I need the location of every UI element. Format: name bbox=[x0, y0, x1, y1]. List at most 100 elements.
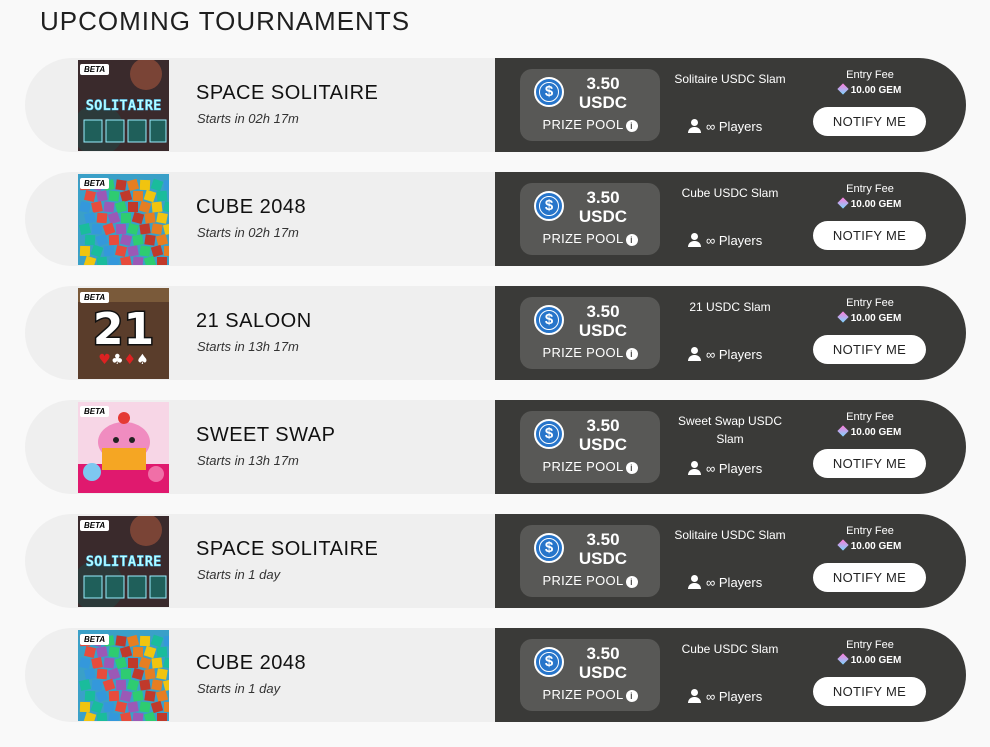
info-icon[interactable]: i bbox=[625, 576, 638, 588]
user-icon bbox=[687, 461, 701, 475]
info-icon[interactable]: i bbox=[625, 348, 638, 360]
tournament-info[interactable]: BETA CUBE 2048 Starts in 1 day bbox=[25, 628, 545, 722]
svg-text:SOLITAIRE: SOLITAIRE bbox=[86, 98, 162, 114]
info-icon[interactable]: i bbox=[625, 690, 638, 702]
prize-amount: 3.50 USDC bbox=[578, 302, 628, 340]
game-name[interactable]: 21 SALOON bbox=[196, 310, 312, 333]
tournament-details: $ 3.50 USDC PRIZE POOL i 21 USDC Slam ∞ Pl… bbox=[495, 286, 966, 380]
tournament-info[interactable]: BETA SWEET SWAP Starts in 13h 17m bbox=[25, 400, 545, 494]
notify-me-button[interactable]: NOTIFY ME bbox=[813, 335, 926, 364]
svg-text:♥♣♦♠: ♥♣♦♠ bbox=[98, 352, 148, 368]
user-icon bbox=[687, 119, 701, 133]
start-time: Starts in 1 day bbox=[197, 681, 281, 696]
entry-fee-label: Entry Fee bbox=[846, 297, 894, 309]
prize-pool-label: PRIZE POOL i bbox=[520, 345, 660, 360]
game-name[interactable]: SPACE SOLITAIRE bbox=[196, 538, 378, 561]
tournament-name: 21 USDC Slam bbox=[689, 300, 771, 314]
entry-fee-amount: 10.00 GEM bbox=[815, 653, 925, 666]
tournament-details: $ 3.50 USDC PRIZE POOL i Solitaire USDC Sl… bbox=[495, 514, 966, 608]
tournament-row[interactable]: 21 ♥♣♦♠ BETA 21 SALOON Starts in 13h 17m … bbox=[25, 286, 966, 380]
game-thumbnail[interactable]: SOLITAIRE BETA bbox=[78, 516, 169, 607]
usdc-icon: $ bbox=[534, 77, 564, 107]
tournament-name: Solitaire USDC Slam bbox=[674, 528, 786, 542]
prize-pool-box: $ 3.50 USDC PRIZE POOL i bbox=[520, 297, 660, 369]
game-name[interactable]: CUBE 2048 bbox=[196, 652, 306, 675]
tournament-name: Solitaire USDC Slam bbox=[674, 72, 786, 86]
prize-pool-label: PRIZE POOL i bbox=[520, 231, 660, 246]
user-icon bbox=[687, 233, 701, 247]
user-icon bbox=[687, 689, 701, 703]
entry-fee-label: Entry Fee bbox=[846, 69, 894, 81]
start-time: Starts in 13h 17m bbox=[197, 453, 299, 468]
gem-icon bbox=[837, 83, 849, 95]
player-count: ∞ Players bbox=[687, 119, 762, 134]
tournament-info[interactable]: SOLITAIRE BETA SPACE SOLITAIRE Starts in… bbox=[25, 514, 545, 608]
game-name[interactable]: SPACE SOLITAIRE bbox=[196, 82, 378, 105]
prize-pool-label: PRIZE POOL i bbox=[520, 459, 660, 474]
usdc-icon: $ bbox=[534, 647, 564, 677]
beta-badge: BETA bbox=[80, 178, 110, 189]
notify-me-button[interactable]: NOTIFY ME bbox=[813, 221, 926, 250]
tournament-info[interactable]: BETA CUBE 2048 Starts in 02h 17m bbox=[25, 172, 545, 266]
beta-badge: BETA bbox=[80, 64, 110, 75]
prize-pool-label: PRIZE POOL i bbox=[520, 117, 660, 132]
player-count: ∞ Players bbox=[687, 347, 762, 362]
game-name[interactable]: CUBE 2048 bbox=[196, 196, 306, 219]
entry-fee-label: Entry Fee bbox=[846, 525, 894, 537]
svg-text:SOLITAIRE: SOLITAIRE bbox=[86, 554, 162, 570]
entry-fee-amount: 10.00 GEM bbox=[815, 311, 925, 324]
game-thumbnail[interactable]: BETA bbox=[78, 174, 169, 265]
gem-icon bbox=[837, 539, 849, 551]
prize-amount: 3.50 USDC bbox=[578, 188, 628, 226]
game-thumbnail[interactable]: BETA bbox=[78, 402, 169, 493]
gem-icon bbox=[837, 653, 849, 665]
beta-badge: BETA bbox=[80, 634, 110, 645]
info-icon[interactable]: i bbox=[625, 234, 638, 246]
prize-pool-box: $ 3.50 USDC PRIZE POOL i bbox=[520, 411, 660, 483]
prize-pool-box: $ 3.50 USDC PRIZE POOL i bbox=[520, 525, 660, 597]
notify-me-button[interactable]: NOTIFY ME bbox=[813, 677, 926, 706]
tournament-details: $ 3.50 USDC PRIZE POOL i Cube USDC Slam ∞ … bbox=[495, 628, 966, 722]
tournament-row[interactable]: BETA SWEET SWAP Starts in 13h 17m $ 3.50… bbox=[25, 400, 966, 494]
tournament-name: Cube USDC Slam bbox=[681, 642, 779, 656]
start-time: Starts in 13h 17m bbox=[197, 339, 299, 354]
prize-pool-box: $ 3.50 USDC PRIZE POOL i bbox=[520, 639, 660, 711]
player-count: ∞ Players bbox=[687, 461, 762, 476]
entry-fee-amount: 10.00 GEM bbox=[815, 83, 925, 96]
tournament-row[interactable]: SOLITAIRE BETA SPACE SOLITAIRE Starts in… bbox=[25, 58, 966, 152]
beta-badge: BETA bbox=[80, 520, 110, 531]
prize-pool-box: $ 3.50 USDC PRIZE POOL i bbox=[520, 69, 660, 141]
usdc-icon: $ bbox=[534, 533, 564, 563]
beta-badge: BETA bbox=[80, 292, 110, 303]
player-count: ∞ Players bbox=[687, 575, 762, 590]
usdc-icon: $ bbox=[534, 419, 564, 449]
entry-fee-label: Entry Fee bbox=[846, 411, 894, 423]
tournament-row[interactable]: SOLITAIRE BETA SPACE SOLITAIRE Starts in… bbox=[25, 514, 966, 608]
tournament-info[interactable]: 21 ♥♣♦♠ BETA 21 SALOON Starts in 13h 17m bbox=[25, 286, 545, 380]
beta-badge: BETA bbox=[80, 406, 110, 417]
prize-amount: 3.50 USDC bbox=[578, 530, 628, 568]
entry-fee-amount: 10.00 GEM bbox=[815, 425, 925, 438]
game-thumbnail[interactable]: 21 ♥♣♦♠ BETA bbox=[78, 288, 169, 379]
prize-amount: 3.50 USDC bbox=[578, 644, 628, 682]
notify-me-button[interactable]: NOTIFY ME bbox=[813, 563, 926, 592]
usdc-icon: $ bbox=[534, 305, 564, 335]
player-count: ∞ Players bbox=[687, 689, 762, 704]
tournament-row[interactable]: BETA CUBE 2048 Starts in 02h 17m $ 3.50 U… bbox=[25, 172, 966, 266]
entry-fee-label: Entry Fee bbox=[846, 639, 894, 651]
tournament-row[interactable]: BETA CUBE 2048 Starts in 1 day $ 3.50 USD… bbox=[25, 628, 966, 722]
game-thumbnail[interactable]: BETA bbox=[78, 630, 169, 721]
notify-me-button[interactable]: NOTIFY ME bbox=[813, 107, 926, 136]
info-icon[interactable]: i bbox=[625, 120, 638, 132]
tournament-details: $ 3.50 USDC PRIZE POOL i Sweet Swap USDC S… bbox=[495, 400, 966, 494]
user-icon bbox=[687, 575, 701, 589]
game-name[interactable]: SWEET SWAP bbox=[196, 424, 335, 447]
game-thumbnail[interactable]: SOLITAIRE BETA bbox=[78, 60, 169, 151]
info-icon[interactable]: i bbox=[625, 462, 638, 474]
prize-pool-box: $ 3.50 USDC PRIZE POOL i bbox=[520, 183, 660, 255]
tournament-info[interactable]: SOLITAIRE BETA SPACE SOLITAIRE Starts in… bbox=[25, 58, 545, 152]
prize-amount: 3.50 USDC bbox=[578, 416, 628, 454]
svg-text:21: 21 bbox=[93, 304, 154, 355]
notify-me-button[interactable]: NOTIFY ME bbox=[813, 449, 926, 478]
gem-icon bbox=[837, 425, 849, 437]
